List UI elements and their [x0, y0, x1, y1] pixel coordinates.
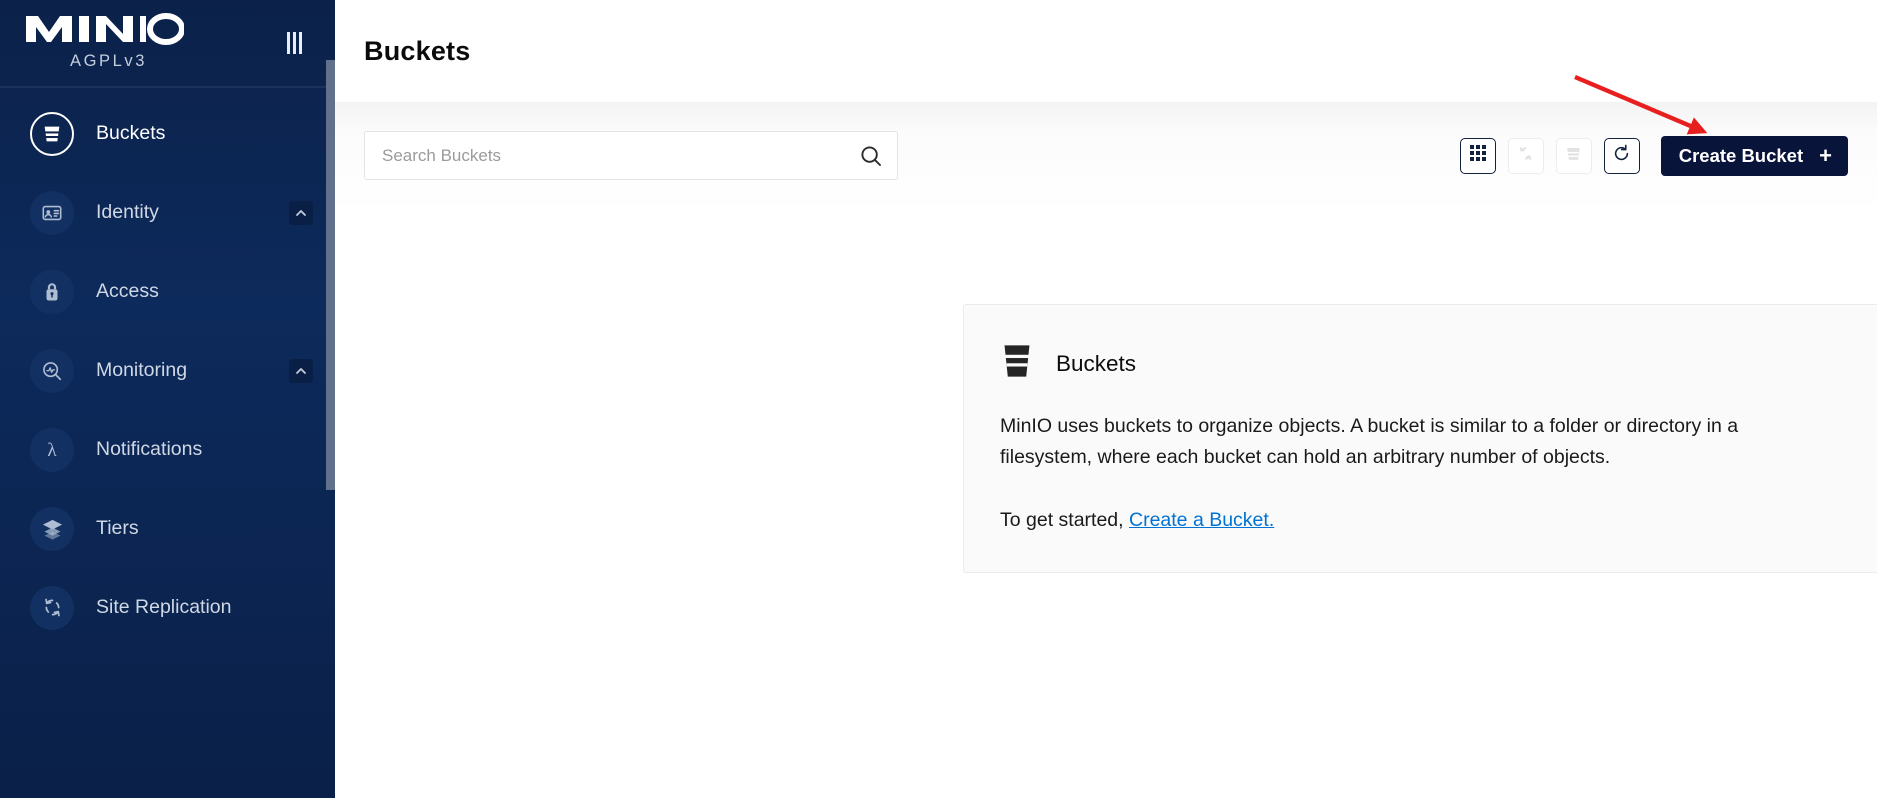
sidebar-item-notifications[interactable]: λ Notifications	[0, 410, 335, 489]
content-area: Create Bucket + Buckets	[335, 102, 1877, 798]
lock-icon	[30, 269, 74, 314]
refresh-button[interactable]	[1603, 137, 1640, 174]
search-input[interactable]	[382, 145, 859, 166]
create-bucket-label: Create Bucket	[1678, 144, 1804, 166]
bucket-icon	[30, 111, 74, 156]
replication-button	[1507, 137, 1544, 174]
delete-bucket-button	[1555, 137, 1592, 174]
sidebar-item-identity[interactable]: Identity	[0, 173, 335, 252]
create-bucket-button[interactable]: Create Bucket +	[1660, 135, 1848, 176]
card-get-started: To get started, Create a Bucket.	[1000, 509, 1877, 532]
search-bucket-container[interactable]	[364, 131, 898, 180]
sidebar-item-label: Monitoring	[96, 359, 188, 381]
create-a-bucket-link[interactable]: Create a Bucket.	[1129, 509, 1274, 531]
grid-3x3-icon	[1469, 144, 1487, 167]
sidebar-item-access[interactable]: Access	[0, 252, 335, 331]
monitoring-icon	[30, 348, 74, 393]
license-label: AGPLv3	[70, 52, 148, 70]
sidebar-scrollbar[interactable]	[326, 60, 335, 490]
bucket-icon	[1000, 342, 1034, 385]
sidebar-item-label: Notifications	[96, 438, 203, 460]
toolbar-actions: Create Bucket +	[1459, 135, 1848, 176]
page-header: Buckets	[335, 0, 1877, 102]
bucket-icon	[1564, 144, 1583, 168]
sidebar: AGPLv3 Buckets Identity Access Monitorin…	[0, 0, 335, 798]
card-description: MinIO uses buckets to organize objects. …	[1000, 415, 1739, 468]
toolbar: Create Bucket +	[364, 102, 1848, 180]
card-header: Buckets	[1000, 342, 1877, 385]
sidebar-item-monitoring[interactable]: Monitoring	[0, 331, 335, 410]
app-root: AGPLv3 Buckets Identity Access Monitorin…	[0, 0, 1877, 798]
sync-arrows-icon	[30, 585, 74, 630]
sidebar-item-label: Buckets	[96, 122, 166, 144]
chevron-up-icon[interactable]	[289, 200, 313, 225]
sidebar-item-label: Tiers	[96, 517, 139, 539]
svg-text:λ: λ	[47, 440, 57, 461]
sidebar-item-label: Identity	[96, 201, 159, 223]
collapse-bars-icon[interactable]	[277, 26, 311, 60]
sidebar-item-label: Site Replication	[96, 596, 232, 618]
sidebar-header: AGPLv3	[0, 0, 335, 86]
search-icon[interactable]	[859, 144, 883, 168]
lambda-icon: λ	[30, 427, 74, 472]
chevron-up-icon[interactable]	[289, 358, 313, 383]
identity-card-icon	[30, 190, 74, 235]
plus-icon: +	[1819, 142, 1832, 168]
minio-logo[interactable]: AGPLv3	[24, 8, 277, 71]
page-title: Buckets	[364, 35, 471, 66]
grid-view-button[interactable]	[1459, 137, 1496, 174]
minio-wordmark-icon	[26, 13, 184, 45]
main-area: Buckets Search Buckets Create Bucket + B…	[335, 0, 1877, 798]
refresh-icon	[1612, 144, 1631, 168]
sidebar-item-tiers[interactable]: Tiers	[0, 489, 335, 568]
sync-arrows-icon	[1516, 144, 1535, 168]
empty-state-card: Buckets MinIO uses buckets to organize o…	[963, 304, 1877, 573]
sidebar-menu: Buckets Identity Access Monitoring λ Not…	[0, 88, 335, 647]
card-title: Buckets	[1056, 350, 1137, 376]
sidebar-item-site-replication[interactable]: Site Replication	[0, 568, 335, 647]
get-started-text: To get started,	[1000, 508, 1129, 531]
layers-icon	[30, 506, 74, 551]
sidebar-item-buckets[interactable]: Buckets	[0, 94, 335, 173]
sidebar-item-label: Access	[96, 280, 159, 302]
